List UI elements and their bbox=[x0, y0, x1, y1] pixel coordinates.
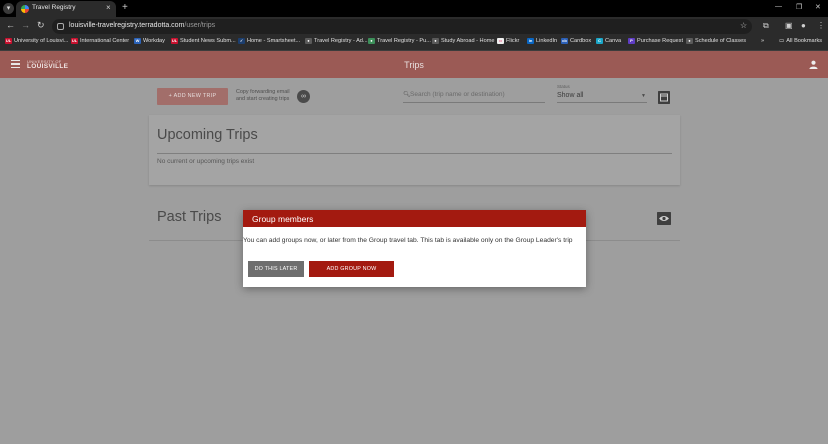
dialog-message: You can add groups now, or later from th… bbox=[243, 237, 573, 244]
url-text: louisville-travelregistry.terradotta.com… bbox=[69, 22, 215, 29]
minimize-button[interactable]: — bbox=[775, 3, 782, 10]
dialog-header: Group members bbox=[243, 210, 586, 227]
bookmark-item[interactable]: UL International Center bbox=[71, 38, 129, 44]
search-placeholder: Search (trip name or destination) bbox=[410, 91, 505, 98]
browser-menu-icon[interactable]: ⋮ bbox=[817, 21, 825, 30]
tab-close-icon[interactable]: × bbox=[106, 3, 111, 12]
link-icon: ∞ bbox=[301, 93, 306, 100]
sidebar-icon[interactable]: ▣ bbox=[785, 21, 793, 30]
bookmark-label: Travel Registry - Pu... bbox=[377, 38, 431, 44]
bookmark-label: Schedule of Classes bbox=[695, 38, 746, 44]
all-bookmarks-button[interactable]: ▭ All Bookmarks bbox=[779, 38, 822, 44]
app-header: UNIVERSITY OF LOUISVILLE Trips bbox=[0, 51, 828, 78]
folder-icon: ▭ bbox=[779, 38, 785, 44]
bookmark-favicon-icon: UL bbox=[171, 38, 178, 44]
copy-link-button[interactable]: ∞ bbox=[297, 90, 310, 103]
tab-title: Travel Registry bbox=[32, 4, 76, 11]
page-title: Trips bbox=[404, 60, 424, 70]
bookmark-label: LinkedIn bbox=[536, 38, 558, 44]
bookmark-favicon-icon: •• bbox=[497, 38, 504, 44]
all-bookmarks-label: All Bookmarks bbox=[786, 38, 823, 44]
bookmark-item[interactable]: ● Schedule of Classes bbox=[686, 38, 746, 44]
bookmark-item[interactable]: cb Cardbox bbox=[561, 38, 591, 44]
profile-icon[interactable]: ● bbox=[801, 21, 806, 30]
upcoming-empty-message: No current or upcoming trips exist bbox=[157, 158, 255, 165]
window-close-button[interactable]: ✕ bbox=[815, 3, 821, 11]
dropdown-caret-icon: ▼ bbox=[641, 93, 646, 99]
divider bbox=[157, 153, 672, 154]
bookmark-label: Travel Registry - Ad... bbox=[314, 38, 368, 44]
bookmark-item[interactable]: in LinkedIn bbox=[527, 38, 557, 44]
bookmark-item[interactable]: ● Travel Registry - Pu... bbox=[368, 38, 431, 44]
eye-icon[interactable] bbox=[657, 212, 671, 225]
copy-forwarding-text: Copy forwarding email and start creating… bbox=[236, 89, 290, 102]
trip-search-input[interactable]: 🔍︎ Search (trip name or destination) bbox=[403, 87, 545, 103]
bookmark-favicon-icon: W bbox=[134, 38, 141, 44]
more-bookmarks-button[interactable]: » bbox=[761, 38, 764, 44]
bookmark-favicon-icon: ● bbox=[368, 38, 375, 44]
bookmark-favicon-icon: ● bbox=[305, 38, 312, 44]
calendar-icon[interactable] bbox=[658, 91, 670, 104]
bookmark-item[interactable]: W Workday bbox=[134, 38, 165, 44]
extensions-icon[interactable]: ⧉ bbox=[763, 21, 769, 31]
bookmark-label: University of Louisvi... bbox=[14, 38, 69, 44]
group-members-dialog: Group members You can add groups now, or… bbox=[243, 210, 586, 287]
bookmark-label: Purchase Request bbox=[637, 38, 684, 44]
bookmark-item[interactable]: ● Study Abroad - Home bbox=[432, 38, 494, 44]
bookmark-star-icon[interactable]: ☆ bbox=[740, 21, 747, 30]
browser-toolbar: ← → ↻ louisville-travelregistry.terradot… bbox=[0, 17, 828, 36]
site-info-icon[interactable] bbox=[57, 23, 64, 30]
bookmark-label: Student News Subm... bbox=[180, 38, 236, 44]
url-host: louisville-travelregistry.terradotta.com bbox=[69, 22, 185, 29]
bookmark-favicon-icon: UL bbox=[5, 38, 12, 44]
bookmark-item[interactable]: ● Travel Registry - Ad... bbox=[305, 38, 368, 44]
browser-tab-travel-registry[interactable]: Travel Registry × bbox=[16, 1, 116, 17]
bookmark-label: Canva bbox=[605, 38, 622, 44]
bookmark-item[interactable]: ✓ Home - Smartsheet... bbox=[238, 38, 300, 44]
bookmark-favicon-icon: ● bbox=[686, 38, 693, 44]
bookmark-label: International Center bbox=[80, 38, 130, 44]
bookmark-label: Flickr bbox=[506, 38, 520, 44]
bookmark-item[interactable]: C Canva bbox=[596, 38, 621, 44]
bookmark-label: Cardbox bbox=[570, 38, 592, 44]
status-label: Status bbox=[557, 84, 570, 89]
reload-button[interactable]: ↻ bbox=[37, 20, 45, 31]
bookmark-label: Home - Smartsheet... bbox=[247, 38, 301, 44]
user-account-icon[interactable] bbox=[809, 60, 818, 69]
chrome-favicon-icon bbox=[21, 5, 29, 13]
back-button[interactable]: ← bbox=[6, 20, 15, 30]
bookmark-favicon-icon: UL bbox=[71, 38, 78, 44]
upcoming-trips-card: Upcoming Trips No current or upcoming tr… bbox=[149, 115, 680, 185]
tab-list-button[interactable]: ▾ bbox=[3, 3, 14, 14]
bookmark-favicon-icon: C bbox=[596, 38, 603, 44]
do-this-later-button[interactable]: DO THIS LATER bbox=[248, 261, 304, 277]
url-path: /user/trips bbox=[184, 22, 216, 29]
upcoming-trips-title: Upcoming Trips bbox=[157, 127, 258, 143]
past-trips-title: Past Trips bbox=[157, 209, 222, 225]
status-select[interactable]: Show all ▼ bbox=[557, 91, 647, 103]
bookmark-item[interactable]: UL University of Louisvi... bbox=[5, 38, 68, 44]
bookmark-item[interactable]: P Purchase Request bbox=[628, 38, 683, 44]
new-tab-button[interactable]: + bbox=[122, 2, 128, 13]
bookmark-item[interactable]: UL Student News Subm... bbox=[171, 38, 236, 44]
bookmark-label: Workday bbox=[143, 38, 165, 44]
bookmark-favicon-icon: in bbox=[527, 38, 534, 44]
bookmark-favicon-icon: ✓ bbox=[238, 38, 245, 44]
address-bar[interactable]: louisville-travelregistry.terradotta.com… bbox=[52, 19, 752, 34]
browser-tabstrip: ▾ Travel Registry × + — ❐ ✕ bbox=[0, 0, 828, 17]
forward-button[interactable]: → bbox=[21, 20, 30, 30]
add-group-now-button[interactable]: ADD GROUP NOW bbox=[309, 261, 394, 277]
dialog-title: Group members bbox=[252, 214, 314, 224]
bookmark-label: Study Abroad - Home bbox=[441, 38, 495, 44]
add-new-trip-button[interactable]: + ADD NEW TRIP bbox=[157, 88, 228, 105]
restore-button[interactable]: ❐ bbox=[796, 3, 802, 11]
status-selected-value: Show all bbox=[557, 92, 584, 99]
bookmark-item[interactable]: •• Flickr bbox=[497, 38, 519, 44]
bookmarks-bar: UL University of Louisvi... UL Internationa… bbox=[0, 36, 828, 51]
bookmark-favicon-icon: P bbox=[628, 38, 635, 44]
bookmark-favicon-icon: cb bbox=[561, 38, 568, 44]
bookmark-favicon-icon: ● bbox=[432, 38, 439, 44]
